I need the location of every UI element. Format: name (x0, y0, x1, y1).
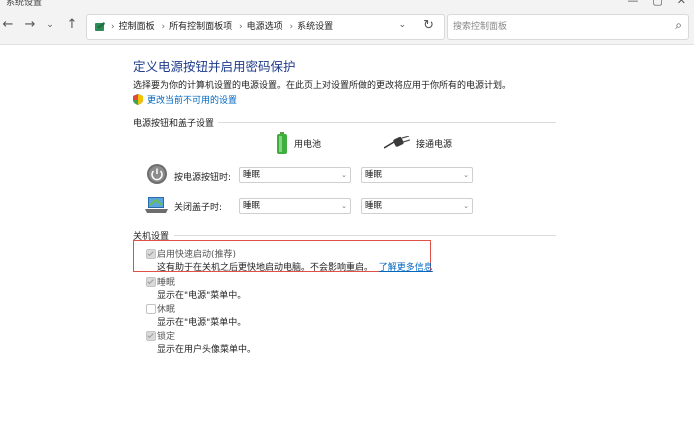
chevron-down-icon: ⌄ (341, 171, 347, 179)
section-divider (174, 235, 556, 236)
forward-arrow-icon[interactable]: → (22, 17, 38, 33)
chevron-down-icon: ⌄ (463, 171, 469, 179)
power-plug-icon (384, 136, 410, 149)
select-value: 睡眠 (365, 201, 383, 211)
breadcrumb-item[interactable]: 所有控制面板项 (169, 22, 232, 32)
power-button-plugged-select[interactable]: 睡眠 ⌄ (361, 167, 473, 183)
power-button-icon (147, 164, 167, 184)
change-settings-link[interactable]: 更改当前不可用的设置 (133, 93, 237, 106)
learn-more-link[interactable]: 了解更多信息 (379, 263, 433, 273)
hibernate-label: 休眠 (157, 305, 176, 315)
change-settings-label[interactable]: 更改当前不可用的设置 (147, 93, 237, 106)
laptop-lid-icon (145, 197, 168, 213)
fast-startup-label: 启用快速启动(推荐) (157, 250, 237, 260)
sleep-label: 睡眠 (157, 278, 176, 288)
fast-startup-desc-text: 这有助于在关机之后更快地启动电脑。不会影响重启。 (157, 263, 374, 273)
breadcrumb-item[interactable]: 控制面板 (119, 22, 155, 32)
sleep-checkbox[interactable] (146, 277, 156, 287)
hibernate-description: 显示在"电源"菜单中。 (157, 318, 247, 328)
breadcrumb-item[interactable]: 电源选项 (247, 22, 283, 32)
chevron-down-icon: ⌄ (463, 202, 469, 210)
control-panel-icon (95, 22, 105, 31)
recent-dropdown-icon[interactable]: ⌄ (42, 17, 58, 33)
page-description: 选择要为你的计算机设置的电源设置。在此页上对设置所做的更改将应用于你所有的电源计… (133, 81, 512, 91)
back-arrow-icon[interactable]: ← (0, 17, 16, 33)
title-bar: 系统设置 — ▢ ✕ (0, 0, 694, 8)
plugged-in-label: 接通电源 (416, 139, 453, 150)
chevron-down-icon: ⌄ (341, 202, 347, 210)
power-buttons-section-title: 电源按钮和盖子设置 (133, 119, 215, 129)
power-button-label: 按电源按钮时: (174, 173, 232, 183)
select-value: 睡眠 (365, 170, 383, 180)
up-arrow-icon[interactable]: ↑ (64, 17, 80, 33)
power-button-battery-select[interactable]: 睡眠 ⌄ (239, 167, 351, 183)
address-dropdown-icon[interactable]: ⌄ (398, 20, 406, 30)
search-input[interactable]: 搜索控制面板 (453, 15, 507, 39)
plugged-in-column-header: 接通电源 (384, 136, 452, 150)
lid-close-label: 关闭盖子时: (174, 203, 223, 213)
section-divider (218, 122, 556, 123)
search-icon: ⌕ (675, 18, 682, 32)
hibernate-checkbox[interactable] (146, 304, 156, 314)
lock-description: 显示在用户头像菜单中。 (157, 345, 257, 355)
fast-startup-checkbox[interactable] (146, 249, 156, 259)
uac-shield-icon (133, 94, 143, 105)
refresh-icon[interactable]: ↻ (423, 18, 434, 33)
fast-startup-description: 这有助于在关机之后更快地启动电脑。不会影响重启。 了解更多信息 (157, 260, 433, 273)
select-value: 睡眠 (243, 170, 261, 180)
search-box[interactable]: 搜索控制面板 ⌕ (447, 14, 689, 40)
select-value: 睡眠 (243, 201, 261, 211)
lid-close-battery-select[interactable]: 睡眠 ⌄ (239, 198, 351, 214)
page-title: 定义电源按钮并启用密码保护 (133, 59, 296, 74)
breadcrumb: › 控制面板 › 所有控制面板项 › 电源选项 › 系统设置 (111, 22, 334, 32)
battery-label: 用电池 (294, 139, 322, 150)
address-bar[interactable]: › 控制面板 › 所有控制面板项 › 电源选项 › 系统设置 ⌄ ↻ (86, 14, 445, 40)
lock-label: 锁定 (157, 332, 176, 342)
window-controls-icon[interactable]: — ▢ ✕ (627, 0, 686, 7)
navigation-bar: ← → ⌄ ↑ › 控制面板 › 所有控制面板项 › 电源选项 › 系统设置 ⌄ ↻ 搜… (0, 8, 694, 45)
breadcrumb-item[interactable]: 系统设置 (297, 22, 333, 32)
battery-icon (277, 132, 287, 154)
sleep-description: 显示在"电源"菜单中。 (157, 291, 247, 301)
battery-column-header: 用电池 (276, 132, 321, 154)
lock-checkbox[interactable] (146, 331, 156, 341)
lid-close-plugged-select[interactable]: 睡眠 ⌄ (361, 198, 473, 214)
window-title: 系统设置 (6, 0, 43, 8)
